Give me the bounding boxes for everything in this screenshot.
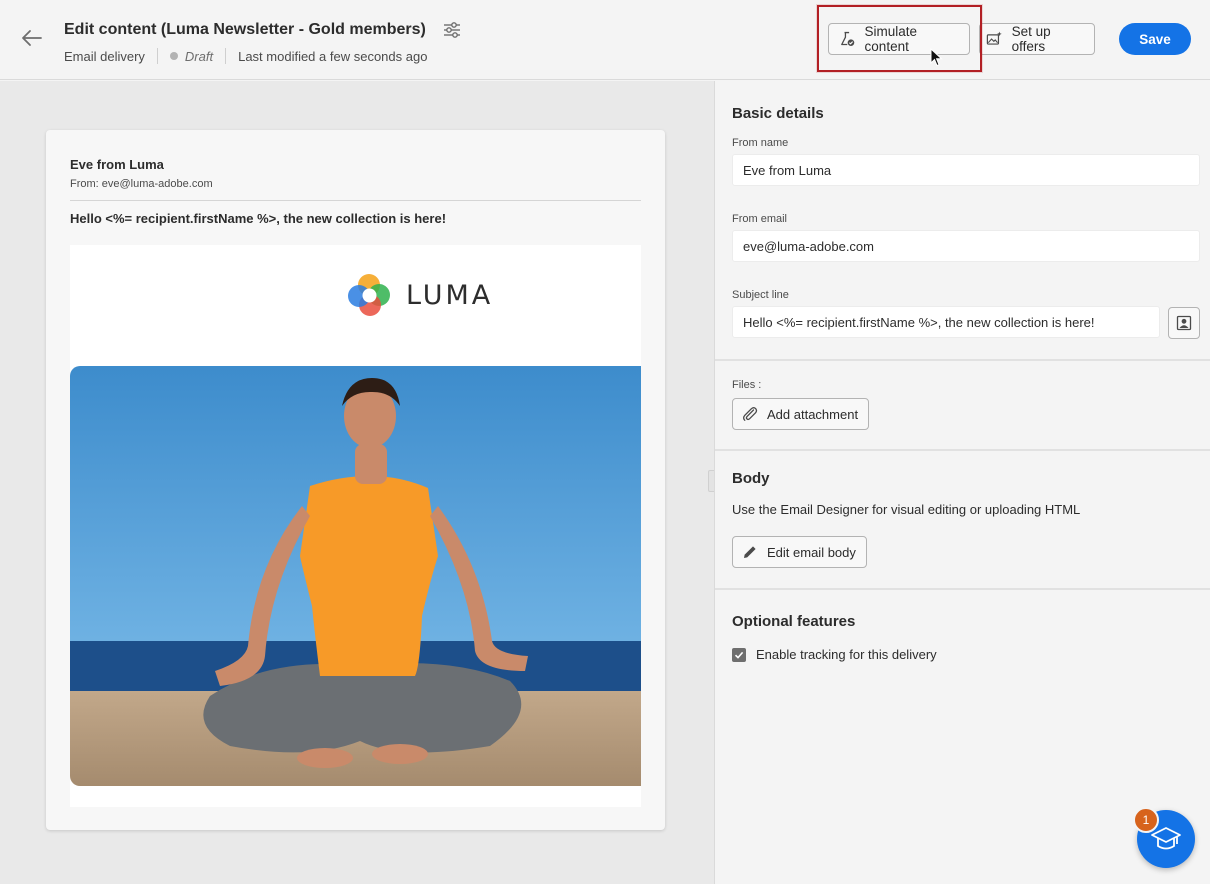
subject-line-label: Subject line: [732, 289, 789, 301]
title-row: Edit content (Luma Newsletter - Gold mem…: [64, 20, 462, 40]
edit-email-body-button[interactable]: Edit email body: [732, 536, 867, 568]
status-badge: Draft: [184, 48, 214, 64]
meta-row: Email delivery Draft Last modified a few…: [64, 47, 427, 65]
subject-line-input[interactable]: Hello <%= recipient.firstName %>, the ne…: [732, 306, 1160, 338]
body-section-title: Body: [732, 470, 770, 487]
channel-label: Email delivery: [64, 48, 145, 64]
properties-settings-icon[interactable]: [442, 20, 462, 40]
tracking-label: Enable tracking for this delivery: [756, 647, 937, 662]
email-preview-card: Eve from Luma From: eve@luma-adobe.com H…: [46, 130, 665, 830]
page-title: Edit content (Luma Newsletter - Gold mem…: [64, 21, 426, 38]
personalization-button[interactable]: [1168, 307, 1200, 339]
notification-badge: 1: [1133, 807, 1159, 833]
back-arrow-icon[interactable]: [20, 26, 44, 50]
mouse-cursor-icon: [930, 48, 943, 67]
from-email-label: From email: [732, 213, 788, 225]
email-body-preview: LUMA: [70, 245, 641, 807]
highlight-annotation: [817, 5, 982, 72]
logo-text: LUMA: [406, 280, 494, 311]
pencil-icon: [744, 546, 756, 558]
from-name-label: From name: [732, 137, 789, 149]
tracking-checkbox[interactable]: [732, 647, 746, 662]
section-divider: [715, 359, 1210, 361]
properties-panel: Basic details From name Eve from Luma Fr…: [714, 81, 1210, 884]
hero-image-yoga: [70, 366, 641, 786]
section-divider: [715, 588, 1210, 590]
edit-email-body-label: Edit email body: [767, 544, 856, 560]
basic-details-title: Basic details: [732, 105, 824, 122]
section-divider: [715, 449, 1210, 451]
luma-logo-icon: [348, 274, 390, 316]
set-up-offers-label: Set up offers: [1011, 24, 1051, 54]
luma-logo: LUMA: [347, 273, 493, 318]
preview-subject: Hello <%= recipient.firstName %>, the ne…: [70, 211, 447, 226]
optional-features-title: Optional features: [732, 613, 856, 630]
meta-divider: [156, 48, 158, 64]
preview-from-name: Eve from Luma: [70, 157, 164, 172]
tracking-checkbox-row: Enable tracking for this delivery: [732, 647, 937, 662]
personalization-icon: [1176, 315, 1192, 331]
set-up-offers-button[interactable]: Set up offers: [979, 23, 1095, 55]
top-header: Edit content (Luma Newsletter - Gold mem…: [0, 0, 1210, 80]
checkmark-icon: [734, 651, 744, 659]
save-button[interactable]: Save: [1119, 23, 1191, 55]
paperclip-icon: [743, 407, 758, 421]
add-attachment-label: Add attachment: [767, 406, 859, 422]
from-email-input[interactable]: eve@luma-adobe.com: [732, 230, 1200, 262]
email-preview-area: Eve from Luma From: eve@luma-adobe.com H…: [0, 81, 714, 884]
from-name-input[interactable]: Eve from Luma: [732, 154, 1200, 186]
meta-divider: [225, 48, 227, 64]
image-sparkle-icon: [986, 31, 1002, 45]
preview-from-email: From: eve@luma-adobe.com: [70, 178, 213, 190]
last-modified-text: Last modified a few seconds ago: [238, 48, 428, 64]
files-label: Files :: [732, 379, 762, 391]
status-dot: [169, 52, 178, 60]
body-description: Use the Email Designer for visual editin…: [732, 502, 1081, 517]
add-attachment-button[interactable]: Add attachment: [732, 398, 870, 430]
divider: [70, 200, 641, 201]
